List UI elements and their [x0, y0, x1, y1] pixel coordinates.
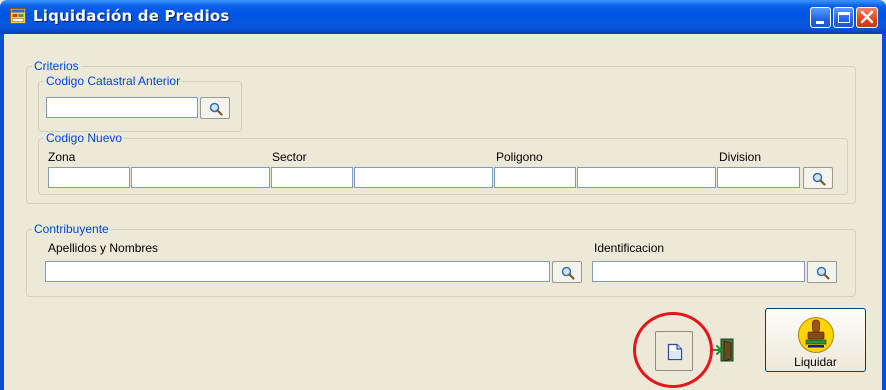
zona-label: Zona	[48, 150, 76, 164]
exit-door-icon	[712, 338, 734, 362]
sector-input-1[interactable]	[271, 167, 353, 188]
codigo-nuevo-legend: Codigo Nuevo	[46, 131, 123, 145]
liquidacion-window: Liquidación de Predios Criterios Codigo …	[0, 0, 886, 390]
magnifier-icon	[561, 266, 575, 280]
poligono-input-2[interactable]	[577, 167, 716, 188]
codigo-anterior-legend: Codigo Catastral Anterior	[46, 74, 181, 88]
window-border-left	[0, 34, 4, 390]
poligono-input-1[interactable]	[494, 167, 576, 188]
close-icon	[860, 10, 874, 24]
stamp-icon	[798, 317, 834, 353]
sector-label: Sector	[272, 150, 307, 164]
liquidar-button[interactable]: Liquidar	[765, 308, 866, 372]
division-input[interactable]	[717, 167, 800, 188]
contribuyente-legend: Contribuyente	[34, 222, 109, 236]
apellidos-label: Apellidos y Nombres	[48, 241, 159, 255]
codigo-nuevo-search-button[interactable]	[803, 167, 833, 189]
zona-input-2[interactable]	[131, 167, 270, 188]
magnifier-icon	[812, 172, 826, 186]
zona-input-1[interactable]	[48, 167, 130, 188]
highlight-circle	[633, 312, 713, 388]
apellidos-input[interactable]	[45, 261, 550, 282]
window-border-right	[882, 34, 886, 390]
division-label: Division	[719, 150, 762, 164]
poligono-label: Poligono	[496, 150, 543, 164]
minimize-button[interactable]	[810, 7, 831, 28]
apellidos-search-button[interactable]	[552, 261, 582, 283]
magnifier-icon	[816, 266, 830, 280]
codigo-anterior-search-button[interactable]	[200, 97, 230, 119]
window-title: Liquidación de Predios	[33, 7, 230, 25]
maximize-icon	[838, 12, 850, 23]
title-bar[interactable]: Liquidación de Predios	[0, 0, 886, 34]
magnifier-icon	[209, 102, 223, 116]
codigo-anterior-input[interactable]	[46, 97, 198, 118]
identificacion-input[interactable]	[592, 261, 805, 282]
sector-input-2[interactable]	[354, 167, 493, 188]
close-button[interactable]	[856, 7, 878, 28]
form-window-icon	[10, 8, 26, 24]
identificacion-search-button[interactable]	[807, 261, 837, 283]
contribuyente-group: Contribuyente	[26, 223, 856, 297]
criterios-legend: Criterios	[34, 59, 79, 73]
minimize-icon	[816, 21, 824, 24]
maximize-button[interactable]	[833, 7, 854, 28]
identificacion-label: Identificacion	[594, 241, 665, 255]
liquidar-label: Liquidar	[794, 355, 837, 369]
